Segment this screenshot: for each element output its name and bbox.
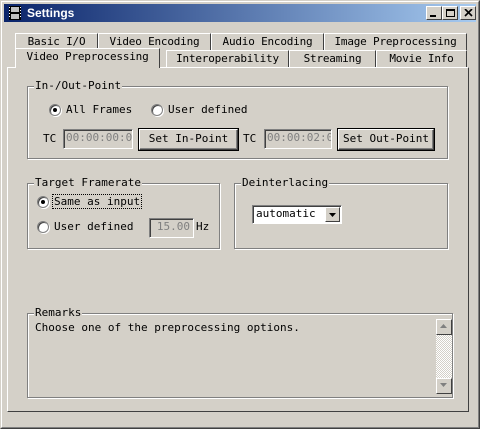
tab-label: Interoperability	[176, 52, 279, 65]
radio-selected-dot	[53, 108, 57, 112]
target-framerate-group-label: Target Framerate	[34, 176, 142, 189]
hz-unit-label: Hz	[196, 220, 210, 233]
remarks-group: Remarks Choose one of the preprocessing …	[27, 306, 453, 398]
video-preprocessing-panel: In-/Out-Point All Frames User defined TC…	[7, 67, 469, 412]
scroll-up-button[interactable]	[436, 319, 452, 335]
close-icon	[464, 9, 473, 17]
minimize-icon	[430, 15, 436, 17]
deinterlacing-selected-value: automatic	[256, 207, 316, 220]
deinterlacing-dropdown-button[interactable]	[325, 207, 340, 222]
maximize-button[interactable]	[442, 6, 458, 20]
tc-in-label: TC	[43, 132, 57, 145]
window-title: Settings	[27, 6, 75, 20]
arrow-up-icon	[440, 324, 447, 328]
user-defined-inout-label[interactable]: User defined	[168, 103, 247, 116]
tab-audio-encoding[interactable]: Audio Encoding	[211, 33, 324, 51]
radio-selected-dot	[41, 200, 45, 204]
tab-label: Basic I/O	[27, 35, 86, 48]
user-defined-framerate-label[interactable]: User defined	[54, 220, 133, 233]
maximize-icon	[446, 9, 455, 17]
user-defined-inout-radio[interactable]	[151, 104, 163, 116]
tab-image-preprocessing[interactable]: Image Preprocessing	[324, 33, 467, 51]
deinterlacing-group-label: Deinterlacing	[241, 176, 330, 189]
settings-window: Settings Basic I/O Video Encoding Audio …	[0, 0, 480, 429]
title-bar[interactable]: Settings	[4, 4, 476, 22]
scroll-track[interactable]	[436, 335, 452, 378]
same-as-input-label[interactable]: Same as input	[51, 194, 143, 209]
same-as-input-radio[interactable]	[37, 196, 49, 208]
minimize-button[interactable]	[426, 6, 442, 20]
remarks-scrollbar[interactable]	[436, 319, 452, 394]
tab-label: Video Preprocessing	[26, 50, 149, 63]
tab-label: Video Encoding	[109, 35, 200, 48]
inout-point-group-label: In-/Out-Point	[34, 79, 123, 92]
arrow-down-icon	[440, 383, 447, 387]
target-framerate-group: Target Framerate Same as input User defi…	[27, 176, 220, 249]
tc-out-field[interactable]: 00:00:02:09	[264, 129, 332, 149]
chevron-down-icon	[329, 213, 336, 217]
remarks-text: Choose one of the preprocessing options.	[32, 319, 432, 393]
deinterlacing-group: Deinterlacing automatic	[234, 176, 448, 249]
tab-label: Image Preprocessing	[334, 35, 457, 48]
tc-in-field[interactable]: 00:00:00:00	[63, 129, 133, 149]
set-out-point-button[interactable]: Set Out-Point	[338, 129, 434, 150]
all-frames-radio[interactable]	[49, 104, 61, 116]
tab-streaming[interactable]: Streaming	[289, 50, 376, 68]
close-button[interactable]	[460, 6, 476, 20]
scroll-down-button[interactable]	[436, 378, 452, 394]
deinterlacing-select[interactable]: automatic	[252, 205, 342, 224]
remarks-group-label: Remarks	[34, 306, 83, 319]
framerate-value-field[interactable]: 15.00	[149, 218, 194, 238]
set-in-point-button[interactable]: Set In-Point	[139, 129, 238, 150]
tc-out-label: TC	[243, 132, 257, 145]
all-frames-label[interactable]: All Frames	[66, 103, 132, 116]
tab-label: Streaming	[303, 52, 362, 65]
tab-video-preprocessing[interactable]: Video Preprocessing	[15, 48, 160, 68]
inout-point-group: In-/Out-Point All Frames User defined TC…	[27, 79, 448, 159]
tab-interoperability[interactable]: Interoperability	[166, 50, 289, 68]
tab-label: Movie Info	[389, 52, 454, 65]
tab-movie-info[interactable]: Movie Info	[376, 50, 467, 68]
user-defined-framerate-radio[interactable]	[37, 221, 49, 233]
film-app-icon	[9, 6, 21, 20]
tab-label: Audio Encoding	[222, 35, 313, 48]
